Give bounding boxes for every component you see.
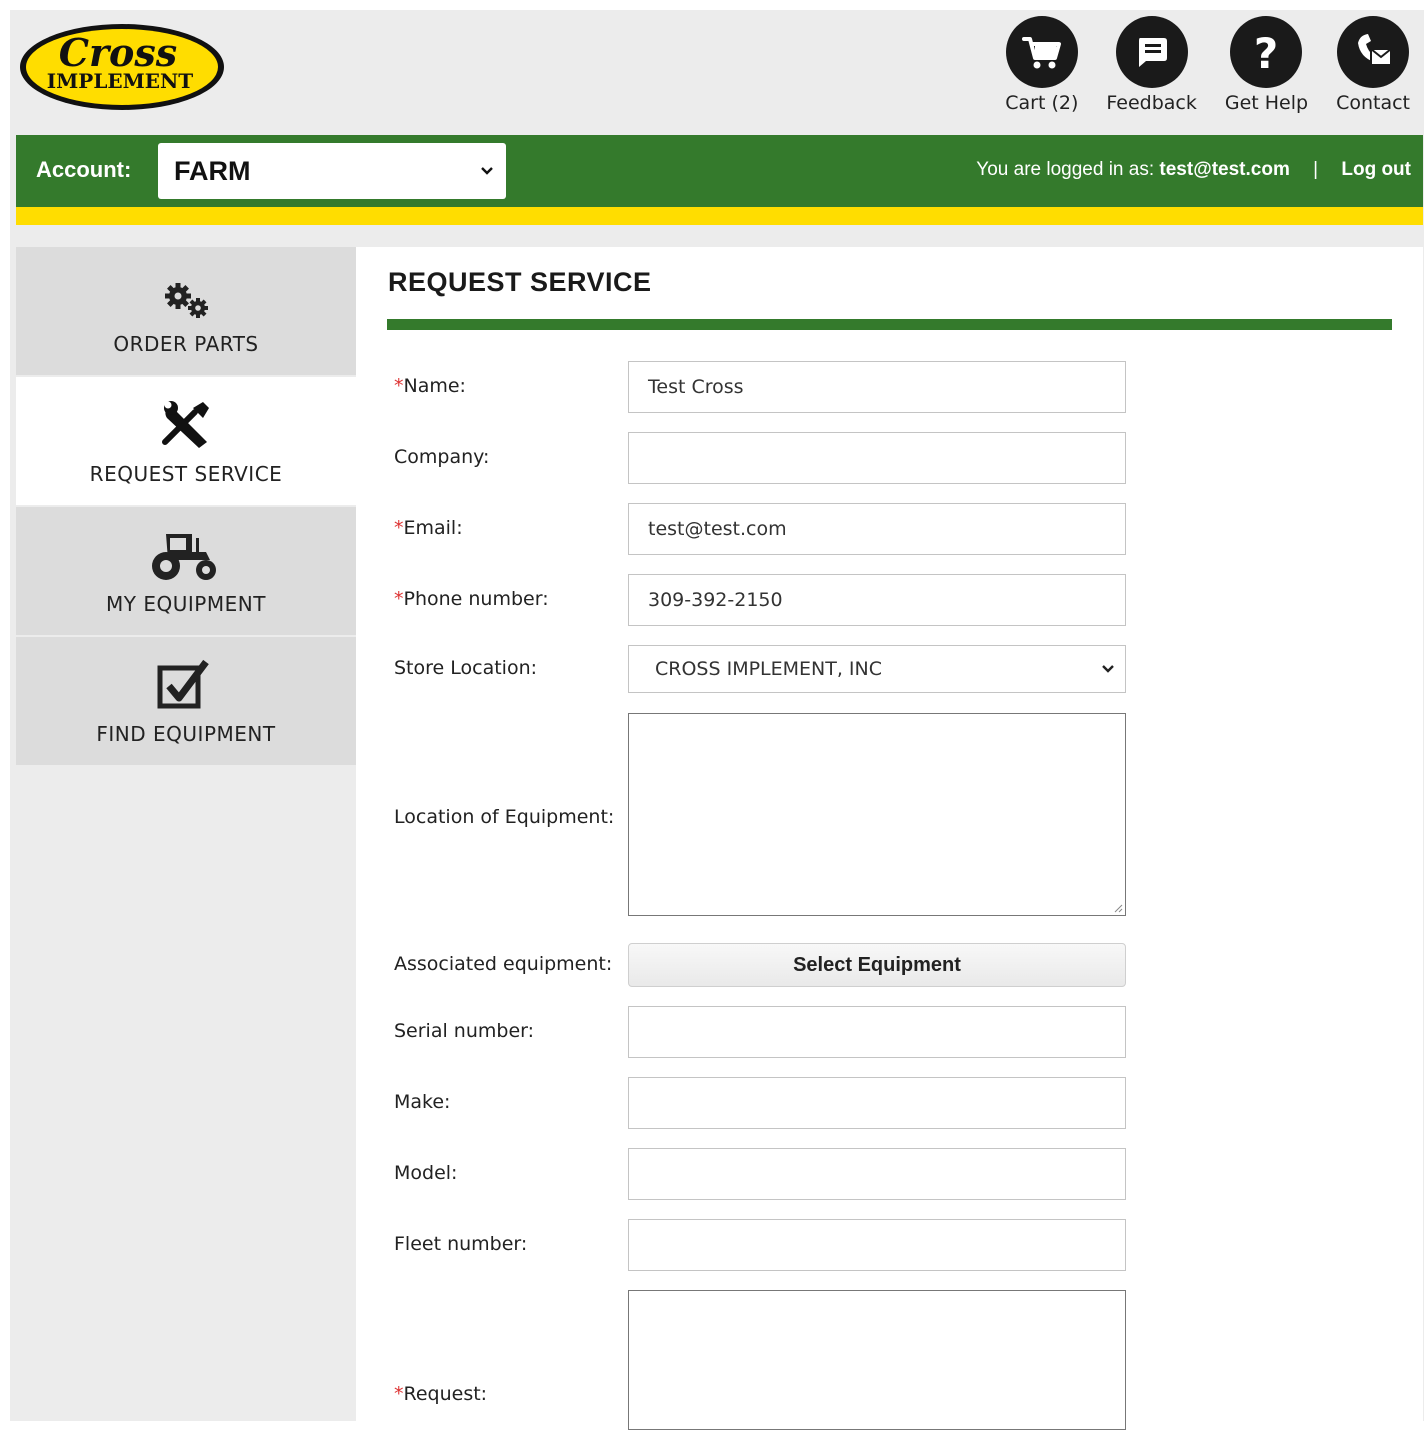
logout-link[interactable]: Log out xyxy=(1341,159,1411,180)
cart-icon xyxy=(1005,16,1078,88)
sidebar: ORDER PARTS REQUEST SERVICE MY EQUIPMENT… xyxy=(16,247,356,767)
top-nav: Cart (2) Feedback ? Get Help Contact xyxy=(1005,16,1410,114)
page-title: REQUEST SERVICE xyxy=(388,267,652,297)
chevron-down-icon xyxy=(1102,665,1114,673)
company-input[interactable] xyxy=(628,432,1126,484)
select-equipment-button[interactable]: Select Equipment xyxy=(628,943,1126,987)
name-label: *Name: xyxy=(394,375,466,397)
cart-link[interactable]: Cart (2) xyxy=(1005,16,1078,114)
sidebar-item-label: MY EQUIPMENT xyxy=(106,592,266,616)
fleet-number-label: Fleet number: xyxy=(394,1233,528,1255)
sidebar-item-find-equipment[interactable]: FIND EQUIPMENT xyxy=(16,637,356,767)
phone-input[interactable]: 309-392-2150 xyxy=(628,574,1126,626)
phone-input-value: 309-392-2150 xyxy=(648,589,783,611)
phone-label: *Phone number: xyxy=(394,588,549,610)
help-icon: ? xyxy=(1230,16,1303,88)
email-input[interactable]: test@test.com xyxy=(628,503,1126,555)
sidebar-item-order-parts[interactable]: ORDER PARTS xyxy=(16,247,356,377)
login-separator: | xyxy=(1313,159,1319,180)
sidebar-item-label: FIND EQUIPMENT xyxy=(96,722,276,746)
feedback-link[interactable]: Feedback xyxy=(1106,16,1197,114)
main-content: REQUEST SERVICE *Name: Test Cross Compan… xyxy=(356,247,1423,1430)
name-input-value: Test Cross xyxy=(648,376,744,398)
name-input[interactable]: Test Cross xyxy=(628,361,1126,413)
contact-link[interactable]: Contact xyxy=(1336,16,1410,114)
account-select-value: FARM xyxy=(174,155,251,186)
required-mark: * xyxy=(394,1383,404,1405)
logo-implement-text: IMPLEMENT xyxy=(47,69,194,93)
email-label: *Email: xyxy=(394,517,463,539)
contact-icon xyxy=(1337,16,1410,88)
required-mark: * xyxy=(394,517,404,539)
account-select[interactable]: FARM xyxy=(158,143,506,199)
title-divider xyxy=(387,319,1392,330)
email-label-text: Email: xyxy=(403,517,463,539)
feedback-icon xyxy=(1115,16,1188,88)
location-of-equipment-label: Location of Equipment: xyxy=(394,806,615,828)
wrench-screwdriver-icon xyxy=(159,396,213,452)
required-mark: * xyxy=(394,588,404,610)
contact-label: Contact xyxy=(1336,92,1410,114)
sidebar-item-my-equipment[interactable]: MY EQUIPMENT xyxy=(16,507,356,637)
login-prefix: You are logged in as: xyxy=(976,159,1155,180)
store-location-value: CROSS IMPLEMENT, INC xyxy=(655,658,883,680)
make-label: Make: xyxy=(394,1091,451,1113)
request-label: *Request: xyxy=(394,1383,487,1405)
associated-equipment-label: Associated equipment: xyxy=(394,953,613,975)
model-label: Model: xyxy=(394,1162,458,1184)
login-info: You are logged in as: test@test.com | Lo… xyxy=(976,159,1411,181)
resize-grip-icon[interactable] xyxy=(1113,903,1123,913)
serial-number-input[interactable] xyxy=(628,1006,1126,1058)
cart-label: Cart (2) xyxy=(1005,92,1079,114)
request-textarea[interactable] xyxy=(628,1290,1126,1430)
cross-implement-logo[interactable]: Cross IMPLEMENT xyxy=(18,22,226,112)
sidebar-item-label: ORDER PARTS xyxy=(113,332,259,356)
feedback-label: Feedback xyxy=(1106,92,1197,114)
get-help-link[interactable]: ? Get Help xyxy=(1225,16,1308,114)
location-of-equipment-textarea[interactable] xyxy=(628,713,1126,916)
fleet-number-input[interactable] xyxy=(628,1219,1126,1271)
yellow-stripe xyxy=(16,207,1423,225)
request-label-text: Request: xyxy=(403,1383,488,1405)
checkbox-icon xyxy=(156,656,216,712)
chevron-down-icon xyxy=(481,167,493,175)
required-mark: * xyxy=(394,375,404,397)
get-help-label: Get Help xyxy=(1224,92,1309,114)
store-location-select[interactable]: CROSS IMPLEMENT, INC xyxy=(628,645,1126,693)
name-label-text: Name: xyxy=(403,375,466,397)
login-user: test@test.com xyxy=(1159,159,1290,180)
gears-icon xyxy=(160,266,212,322)
account-label: Account: xyxy=(36,157,132,182)
account-bar: Account: FARM You are logged in as: test… xyxy=(16,135,1423,207)
company-label: Company: xyxy=(394,446,490,468)
sidebar-item-request-service[interactable]: REQUEST SERVICE xyxy=(16,377,356,507)
model-input[interactable] xyxy=(628,1148,1126,1200)
store-location-label: Store Location: xyxy=(394,657,538,679)
tractor-icon xyxy=(148,526,224,582)
svg-text:?: ? xyxy=(1254,30,1278,74)
make-input[interactable] xyxy=(628,1077,1126,1129)
email-input-value: test@test.com xyxy=(648,518,787,540)
phone-label-text: Phone number: xyxy=(403,588,549,610)
serial-number-label: Serial number: xyxy=(394,1020,535,1042)
sidebar-item-label: REQUEST SERVICE xyxy=(89,462,283,486)
